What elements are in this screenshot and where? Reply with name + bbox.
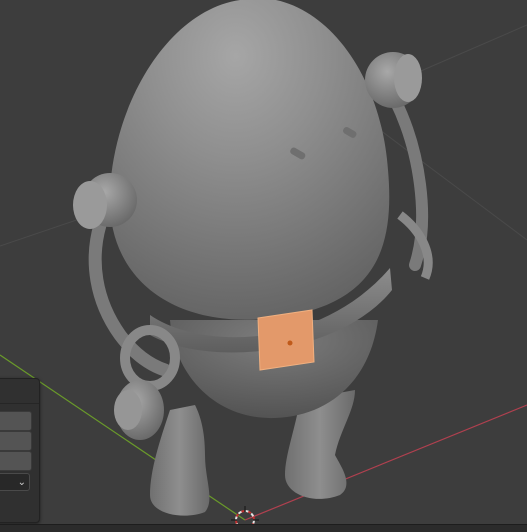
selected-buckle-face[interactable] [257, 309, 315, 371]
bottom-status-bar [0, 524, 527, 532]
operator-field-2[interactable] [0, 431, 32, 451]
operator-dropdown[interactable]: ⌄ [0, 473, 30, 491]
viewport-scene[interactable] [0, 0, 527, 532]
adjust-last-operation-panel[interactable]: ⌄ [0, 378, 40, 523]
operator-field-3[interactable] [0, 451, 32, 471]
egg-body[interactable] [109, 0, 390, 320]
operator-field-1[interactable] [0, 411, 32, 431]
3d-viewport[interactable]: ⌄ [0, 0, 527, 532]
chevron-down-icon: ⌄ [17, 477, 26, 488]
operator-panel-header[interactable] [0, 379, 39, 404]
